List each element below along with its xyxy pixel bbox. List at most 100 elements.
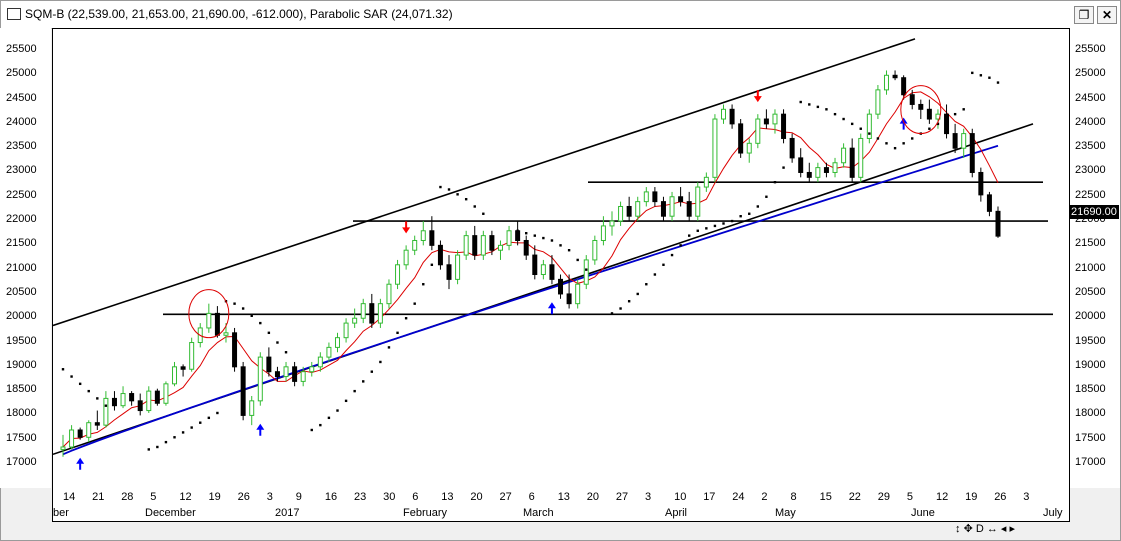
sar-dot xyxy=(756,205,760,208)
sar-dot xyxy=(267,331,271,335)
scroll-vertical-icon[interactable]: ↕ xyxy=(955,523,961,535)
time-axis-day-label: 16 xyxy=(324,491,338,503)
sar-dot xyxy=(850,122,854,126)
crosshair-icon[interactable]: ✥ xyxy=(964,523,973,535)
candle-body xyxy=(472,235,478,256)
sar-dot xyxy=(559,244,562,247)
candle-body xyxy=(412,239,418,251)
left-axis-tick-label: 23500 xyxy=(6,140,37,153)
price-chart[interactable] xyxy=(53,29,1069,489)
left-axis-tick-label: 24500 xyxy=(6,91,37,104)
title-bar[interactable]: SQM-B (22,539.00, 21,653.00, 21,690.00, … xyxy=(1,1,1120,29)
chart-navigation[interactable]: ↕ ✥ D ↔ ◂ ▸ xyxy=(955,522,1015,535)
sar-dot xyxy=(473,205,476,208)
left-axis-tick-label: 24000 xyxy=(6,115,37,128)
sar-dot xyxy=(199,421,202,424)
candle-body xyxy=(369,303,375,324)
candle-body xyxy=(952,133,958,149)
sar-dot xyxy=(739,215,742,218)
time-axis-month-label: July xyxy=(1043,507,1063,519)
sar-dot xyxy=(979,74,983,77)
candle-body xyxy=(480,235,486,256)
sell-signal-arrow xyxy=(402,221,411,234)
candle-body xyxy=(326,346,332,358)
time-axis-day-label: 21 xyxy=(92,491,105,503)
candle-body xyxy=(506,230,512,246)
candle-body xyxy=(274,371,280,378)
sar-dot xyxy=(87,389,90,393)
sar-dot xyxy=(164,440,168,444)
candle-body xyxy=(995,210,1001,237)
candle-body xyxy=(738,123,744,154)
scroll-left-icon[interactable]: ◂ xyxy=(1001,523,1007,535)
sar-dot xyxy=(207,416,211,420)
sar-dot xyxy=(310,428,313,432)
sar-dot xyxy=(533,234,536,237)
sar-dot xyxy=(362,380,365,383)
candle-body xyxy=(832,162,838,173)
close-window-icon[interactable]: ✕ xyxy=(1097,6,1117,24)
sar-dot xyxy=(842,117,845,121)
sar-dot xyxy=(353,389,356,393)
time-axis-day-label: 29 xyxy=(877,491,891,503)
sar-dot xyxy=(181,431,185,434)
sar-dot xyxy=(782,166,785,169)
time-axis-day-label: 6 xyxy=(528,491,535,503)
sar-dot xyxy=(816,105,820,109)
sar-dot xyxy=(713,224,717,228)
candle-body xyxy=(446,264,452,280)
time-axis-day-label: 5 xyxy=(150,491,157,503)
left-axis-tick-label: 25000 xyxy=(6,67,37,80)
sar-dot xyxy=(379,360,382,364)
time-axis-day-label: 9 xyxy=(295,491,302,503)
candle-body xyxy=(703,176,709,188)
candle-body xyxy=(978,171,984,196)
candle-body xyxy=(532,254,538,276)
candle-body xyxy=(883,74,889,91)
sar-dot xyxy=(336,409,339,412)
time-axis-day-label: 30 xyxy=(383,491,396,503)
time-axis-day-label: 10 xyxy=(674,491,687,503)
candle-body xyxy=(232,332,238,368)
sar-dot xyxy=(284,351,288,354)
sar-dot xyxy=(971,71,974,75)
candle-body xyxy=(918,103,924,110)
period-daily-button[interactable]: D xyxy=(976,523,984,535)
left-axis-tick-label: 20500 xyxy=(6,285,37,298)
sar-dot xyxy=(78,382,82,386)
candle-body xyxy=(497,244,503,251)
sar-dot xyxy=(953,112,957,116)
candle-body xyxy=(395,264,401,285)
slow-moving-average-line xyxy=(62,144,999,456)
candle-body xyxy=(712,118,718,178)
left-axis-tick-label: 22500 xyxy=(6,188,37,201)
restore-window-icon[interactable]: ❐ xyxy=(1074,6,1094,24)
sar-dot xyxy=(259,321,262,325)
candle-body xyxy=(944,113,950,135)
sar-dot xyxy=(439,185,442,189)
right-axis-tick-label: 25000 xyxy=(1075,67,1106,80)
left-axis-tick-label: 23000 xyxy=(6,164,37,177)
candle-body xyxy=(626,205,632,217)
sar-dot xyxy=(190,426,193,429)
candle-body xyxy=(377,303,383,324)
sar-dot xyxy=(404,317,408,320)
candle-body xyxy=(240,366,246,416)
sar-dot xyxy=(808,103,811,106)
scroll-right-icon[interactable]: ▸ xyxy=(1010,523,1016,535)
right-axis-tick-label: 25500 xyxy=(1075,43,1106,55)
scroll-horizontal-icon[interactable]: ↔ xyxy=(987,523,998,535)
time-axis-day-label: 19 xyxy=(965,491,978,503)
time-axis-day-label: 12 xyxy=(179,491,192,503)
candle-body xyxy=(317,356,323,368)
sar-dot xyxy=(147,448,150,451)
sar-dot xyxy=(70,375,73,378)
candle-body xyxy=(575,283,581,305)
candle-body xyxy=(746,142,752,154)
right-axis-tick-label: 18500 xyxy=(1075,383,1106,396)
chart-plot-area[interactable] xyxy=(52,28,1070,490)
sar-dot xyxy=(730,219,734,223)
candle-body xyxy=(678,196,684,203)
candle-body xyxy=(781,113,787,139)
sar-dot xyxy=(396,331,399,335)
